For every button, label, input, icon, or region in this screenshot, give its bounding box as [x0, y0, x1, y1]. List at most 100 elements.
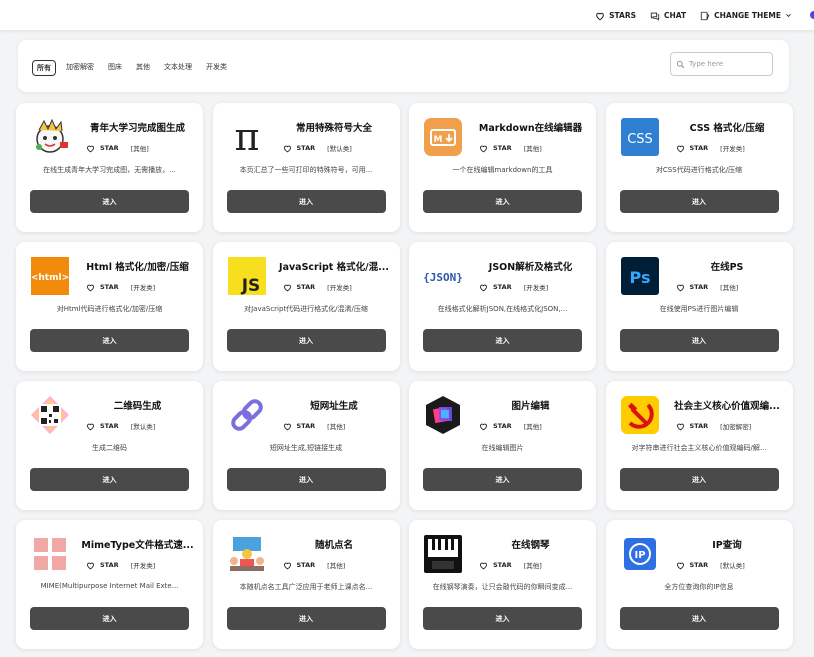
- star-button[interactable]: STAR: [283, 422, 316, 431]
- star-button[interactable]: STAR: [479, 561, 512, 570]
- nav-chat[interactable]: CHAT: [650, 11, 686, 21]
- star-button[interactable]: STAR: [676, 144, 708, 153]
- tab-text-processing[interactable]: 文本处理: [160, 60, 196, 76]
- tool-card: 图片编辑 STAR [其他] 在线编辑图片 进入: [409, 381, 596, 510]
- enter-button[interactable]: 进入: [30, 329, 189, 352]
- nav-change-theme[interactable]: CHANGE THEME: [700, 11, 792, 21]
- hammer-sickle-icon: [620, 395, 660, 435]
- enter-button[interactable]: 进入: [226, 190, 386, 213]
- ps-icon: Ps: [620, 256, 660, 296]
- tab-other[interactable]: 其他: [132, 60, 154, 76]
- star-button[interactable]: STAR: [86, 561, 119, 570]
- card-title: Markdown在线编辑器: [478, 123, 583, 134]
- edge-indicator: [810, 11, 814, 19]
- card-title: 随机点名: [314, 540, 353, 551]
- star-button[interactable]: STAR: [479, 144, 512, 153]
- card-title: 在线PS: [710, 262, 744, 273]
- tool-card: Ps 在线PS STAR [其他] 在线使用PS进行图片编辑 进入: [605, 242, 793, 371]
- enter-button[interactable]: 进入: [226, 329, 386, 352]
- category-tag: [其他]: [130, 145, 149, 153]
- nav-chat-label: CHAT: [664, 11, 687, 20]
- card-title: 图片编辑: [511, 401, 550, 412]
- card-title: MimeType文件格式速...: [81, 540, 194, 551]
- category-tag: [其他]: [523, 145, 542, 153]
- enter-button[interactable]: 进入: [30, 607, 189, 630]
- svg-text:M: M: [434, 135, 443, 145]
- enter-label: 进入: [102, 197, 117, 206]
- enter-button[interactable]: 进入: [423, 468, 582, 491]
- heart-icon: [283, 284, 291, 291]
- search-box: [670, 52, 773, 76]
- category-tag: [其他]: [327, 423, 346, 431]
- tab-encryption[interactable]: 加密解密: [62, 60, 98, 76]
- card-title: IP查询: [712, 540, 742, 551]
- nav-items: STARS CHAT CHANGE THEME: [595, 0, 792, 31]
- tool-card: M Markdown在线编辑器 STAR [其他] 一个在线编辑markdown…: [409, 103, 596, 232]
- star-button[interactable]: STAR: [86, 144, 119, 153]
- card-meta: STAR [其他]: [479, 560, 542, 570]
- star-button[interactable]: STAR: [283, 561, 316, 570]
- enter-button[interactable]: 进入: [226, 468, 386, 491]
- palette-icon: [700, 11, 710, 20]
- card-title: JSON解析及格式化: [488, 262, 573, 273]
- enter-button[interactable]: 进入: [619, 190, 779, 213]
- tool-grid: 青年大学习完成图生成 STAR [其他] 在线生成青年大学习完成图，无需播放，.…: [16, 103, 793, 649]
- star-button[interactable]: STAR: [676, 283, 708, 292]
- card-meta: STAR [默认类]: [283, 143, 352, 153]
- heart-icon: [283, 562, 291, 569]
- enter-label: 进入: [692, 475, 706, 484]
- card-description: 一个在线编辑markdown的工具: [452, 166, 553, 174]
- enter-label: 进入: [495, 475, 510, 484]
- heart-icon: [283, 145, 291, 152]
- star-label: STAR: [493, 283, 512, 291]
- card-meta: STAR [其他]: [479, 421, 542, 431]
- star-label: STAR: [100, 283, 119, 291]
- card-meta: STAR [其他]: [479, 143, 542, 153]
- enter-button[interactable]: 进入: [30, 190, 189, 213]
- star-button[interactable]: STAR: [86, 283, 119, 292]
- star-button[interactable]: STAR: [479, 422, 512, 431]
- heart-icon: [283, 423, 291, 430]
- tab-image-host[interactable]: 图床: [104, 60, 126, 76]
- card-description: 在线格式化解析JSON,在线格式化JSON,...: [437, 305, 568, 313]
- search-input[interactable]: [689, 60, 769, 68]
- category-tag: [其他]: [523, 562, 542, 570]
- card-description: 在线生成青年大学习完成图，无需播放，...: [43, 166, 176, 174]
- enter-button[interactable]: 进入: [423, 607, 582, 630]
- nav-stars[interactable]: STARS: [595, 11, 636, 21]
- js-icon: JS: [227, 256, 267, 296]
- enter-button[interactable]: 进入: [30, 468, 189, 491]
- nav-theme-label: CHANGE THEME: [714, 11, 781, 20]
- star-button[interactable]: STAR: [676, 561, 709, 570]
- star-button[interactable]: STAR: [283, 144, 315, 153]
- enter-button[interactable]: 进入: [619, 329, 779, 352]
- svg-text:π: π: [234, 117, 259, 157]
- tool-card: IP IP查询 STAR [默认类] 全方位查询你的IP信息 进入: [605, 520, 793, 649]
- star-button[interactable]: STAR: [676, 422, 708, 431]
- star-button[interactable]: STAR: [283, 283, 315, 292]
- tab-all[interactable]: 所有: [32, 60, 56, 76]
- star-button[interactable]: STAR: [86, 422, 119, 431]
- card-description: 对Html代码进行格式化/加密/压缩: [56, 305, 163, 313]
- star-button[interactable]: STAR: [479, 283, 512, 292]
- heart-icon: [87, 145, 94, 152]
- heart-icon: [480, 145, 487, 152]
- star-label: STAR: [296, 422, 316, 430]
- enter-button[interactable]: 进入: [226, 607, 386, 630]
- link-icon: [227, 395, 267, 435]
- card-meta: STAR [开发类]: [86, 560, 155, 570]
- enter-button[interactable]: 进入: [619, 468, 779, 491]
- svg-text:JS: JS: [240, 276, 260, 296]
- card-title: JavaScript 格式化/混...: [279, 262, 389, 273]
- tool-card: 青年大学习完成图生成 STAR [其他] 在线生成青年大学习完成图，无需播放，.…: [16, 103, 203, 232]
- star-label: STAR: [296, 561, 316, 569]
- svg-text:CSS: CSS: [627, 132, 653, 147]
- tab-development[interactable]: 开发类: [202, 60, 231, 76]
- category-tag: [其他]: [327, 562, 346, 570]
- enter-button[interactable]: 进入: [619, 607, 779, 630]
- enter-button[interactable]: 进入: [423, 329, 582, 352]
- star-label: STAR: [689, 561, 709, 569]
- enter-label: 进入: [495, 614, 510, 623]
- category-tag: [开发类]: [523, 284, 549, 292]
- enter-button[interactable]: 进入: [423, 190, 582, 213]
